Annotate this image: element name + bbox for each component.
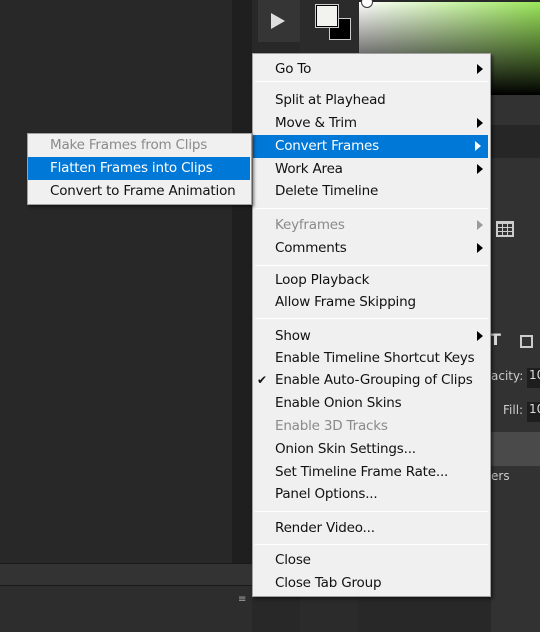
- type-icon[interactable]: T: [490, 330, 501, 349]
- menu-item-label: Make Frames from Clips: [50, 137, 208, 153]
- menu-item-move-trim[interactable]: Move & Trim: [253, 112, 490, 135]
- menu-item-label: Comments: [275, 240, 347, 256]
- menu-item-label: Loop Playback: [275, 272, 370, 288]
- menu-item-close[interactable]: Close: [253, 549, 490, 572]
- checkmark-icon: ✔: [257, 373, 267, 387]
- menu-item-label: Convert to Frame Animation: [50, 183, 236, 199]
- menu-separator: [255, 81, 488, 82]
- transform-icon[interactable]: [520, 335, 533, 348]
- menu-item-set-frame-rate[interactable]: Set Timeline Frame Rate...: [253, 461, 490, 484]
- menu-item-label: Delete Timeline: [275, 183, 379, 199]
- submenu-arrow-icon: [477, 220, 483, 230]
- menu-item-comments[interactable]: Comments: [253, 237, 490, 260]
- menu-separator: [255, 544, 488, 545]
- menu-item-label: Allow Frame Skipping: [275, 294, 416, 310]
- menu-item-delete-timeline[interactable]: Delete Timeline: [253, 180, 490, 203]
- convert-frames-submenu: Make Frames from Clips Flatten Frames in…: [27, 133, 252, 205]
- submenu-item-convert-to-frame-animation[interactable]: Convert to Frame Animation: [28, 180, 251, 203]
- submenu-arrow-icon: [477, 331, 483, 341]
- bottom-bar: [0, 563, 252, 585]
- menu-item-show[interactable]: Show: [253, 325, 490, 348]
- menu-item-label: Keyframes: [275, 217, 345, 233]
- menu-item-loop-playback[interactable]: Loop Playback: [253, 269, 490, 292]
- menu-item-label: Enable Timeline Shortcut Keys: [275, 350, 475, 366]
- grid-icon[interactable]: [496, 221, 514, 237]
- menu-item-go-to[interactable]: Go To: [253, 58, 490, 81]
- submenu-arrow-icon: [477, 164, 483, 174]
- menu-item-label: Flatten Frames into Clips: [50, 160, 213, 176]
- menu-item-label: Enable Auto-Grouping of Clips: [275, 372, 473, 388]
- menu-item-label: Render Video...: [275, 520, 375, 536]
- menu-item-enable-3d-tracks: Enable 3D Tracks: [253, 415, 490, 438]
- foreground-color-swatch[interactable]: [315, 4, 339, 28]
- menu-item-convert-frames[interactable]: Convert Frames: [253, 135, 488, 158]
- submenu-item-flatten-frames-into-clips[interactable]: Flatten Frames into Clips: [28, 157, 250, 180]
- menu-item-label: Close Tab Group: [275, 575, 382, 591]
- layer-row[interactable]: [491, 432, 540, 466]
- submenu-arrow-icon: [477, 118, 483, 128]
- menu-item-split-at-playhead[interactable]: Split at Playhead: [253, 89, 490, 112]
- menu-item-label: Onion Skin Settings...: [275, 441, 416, 457]
- panel-menu-icon[interactable]: ≡: [238, 594, 246, 605]
- menu-item-render-video[interactable]: Render Video...: [253, 517, 490, 540]
- opacity-field[interactable]: 10: [527, 368, 540, 388]
- fill-field[interactable]: 10: [527, 402, 540, 422]
- menu-item-label: Set Timeline Frame Rate...: [275, 464, 449, 480]
- submenu-arrow-icon: [475, 141, 481, 151]
- menu-item-keyframes: Keyframes: [253, 214, 490, 237]
- menu-item-allow-frame-skipping[interactable]: Allow Frame Skipping: [253, 291, 490, 314]
- menu-item-enable-onion-skins[interactable]: Enable Onion Skins: [253, 392, 490, 415]
- menu-item-label: Show: [275, 328, 311, 344]
- play-button[interactable]: [258, 0, 300, 42]
- menu-item-enable-auto-grouping[interactable]: ✔ Enable Auto-Grouping of Clips: [253, 369, 490, 392]
- menu-item-onion-skin-settings[interactable]: Onion Skin Settings...: [253, 438, 490, 461]
- play-icon: [271, 13, 285, 29]
- menu-item-label: Enable 3D Tracks: [275, 418, 388, 434]
- menu-item-panel-options[interactable]: Panel Options...: [253, 483, 490, 506]
- menu-separator: [255, 208, 488, 209]
- menu-separator: [255, 511, 488, 512]
- menu-item-label: Convert Frames: [275, 138, 379, 154]
- menu-separator: [255, 318, 488, 319]
- menu-item-enable-timeline-shortcut-keys[interactable]: Enable Timeline Shortcut Keys: [253, 347, 490, 370]
- menu-item-label: Close: [275, 552, 311, 568]
- submenu-arrow-icon: [477, 64, 483, 74]
- left-strip: [232, 0, 252, 632]
- menu-item-close-tab-group[interactable]: Close Tab Group: [253, 572, 490, 595]
- menu-item-label: Split at Playhead: [275, 92, 386, 108]
- menu-item-label: Work Area: [275, 161, 343, 177]
- menu-item-label: Panel Options...: [275, 486, 378, 502]
- bottom-panel: [0, 585, 252, 632]
- submenu-arrow-icon: [477, 243, 483, 253]
- menu-item-label: Move & Trim: [275, 115, 357, 131]
- right-panel: [491, 95, 540, 632]
- menu-separator: [255, 265, 488, 266]
- menu-item-label: Go To: [275, 61, 312, 77]
- menu-item-label: Enable Onion Skins: [275, 395, 402, 411]
- submenu-item-make-frames-from-clips: Make Frames from Clips: [28, 134, 251, 157]
- panel-tab-bar: [491, 125, 540, 158]
- fill-label: Fill:: [503, 403, 524, 417]
- timeline-context-menu: Go To Split at Playhead Move & Trim Conv…: [252, 53, 491, 597]
- menu-item-work-area[interactable]: Work Area: [253, 158, 490, 181]
- opacity-label: acity:: [491, 369, 524, 383]
- layers-label: ers: [491, 469, 510, 483]
